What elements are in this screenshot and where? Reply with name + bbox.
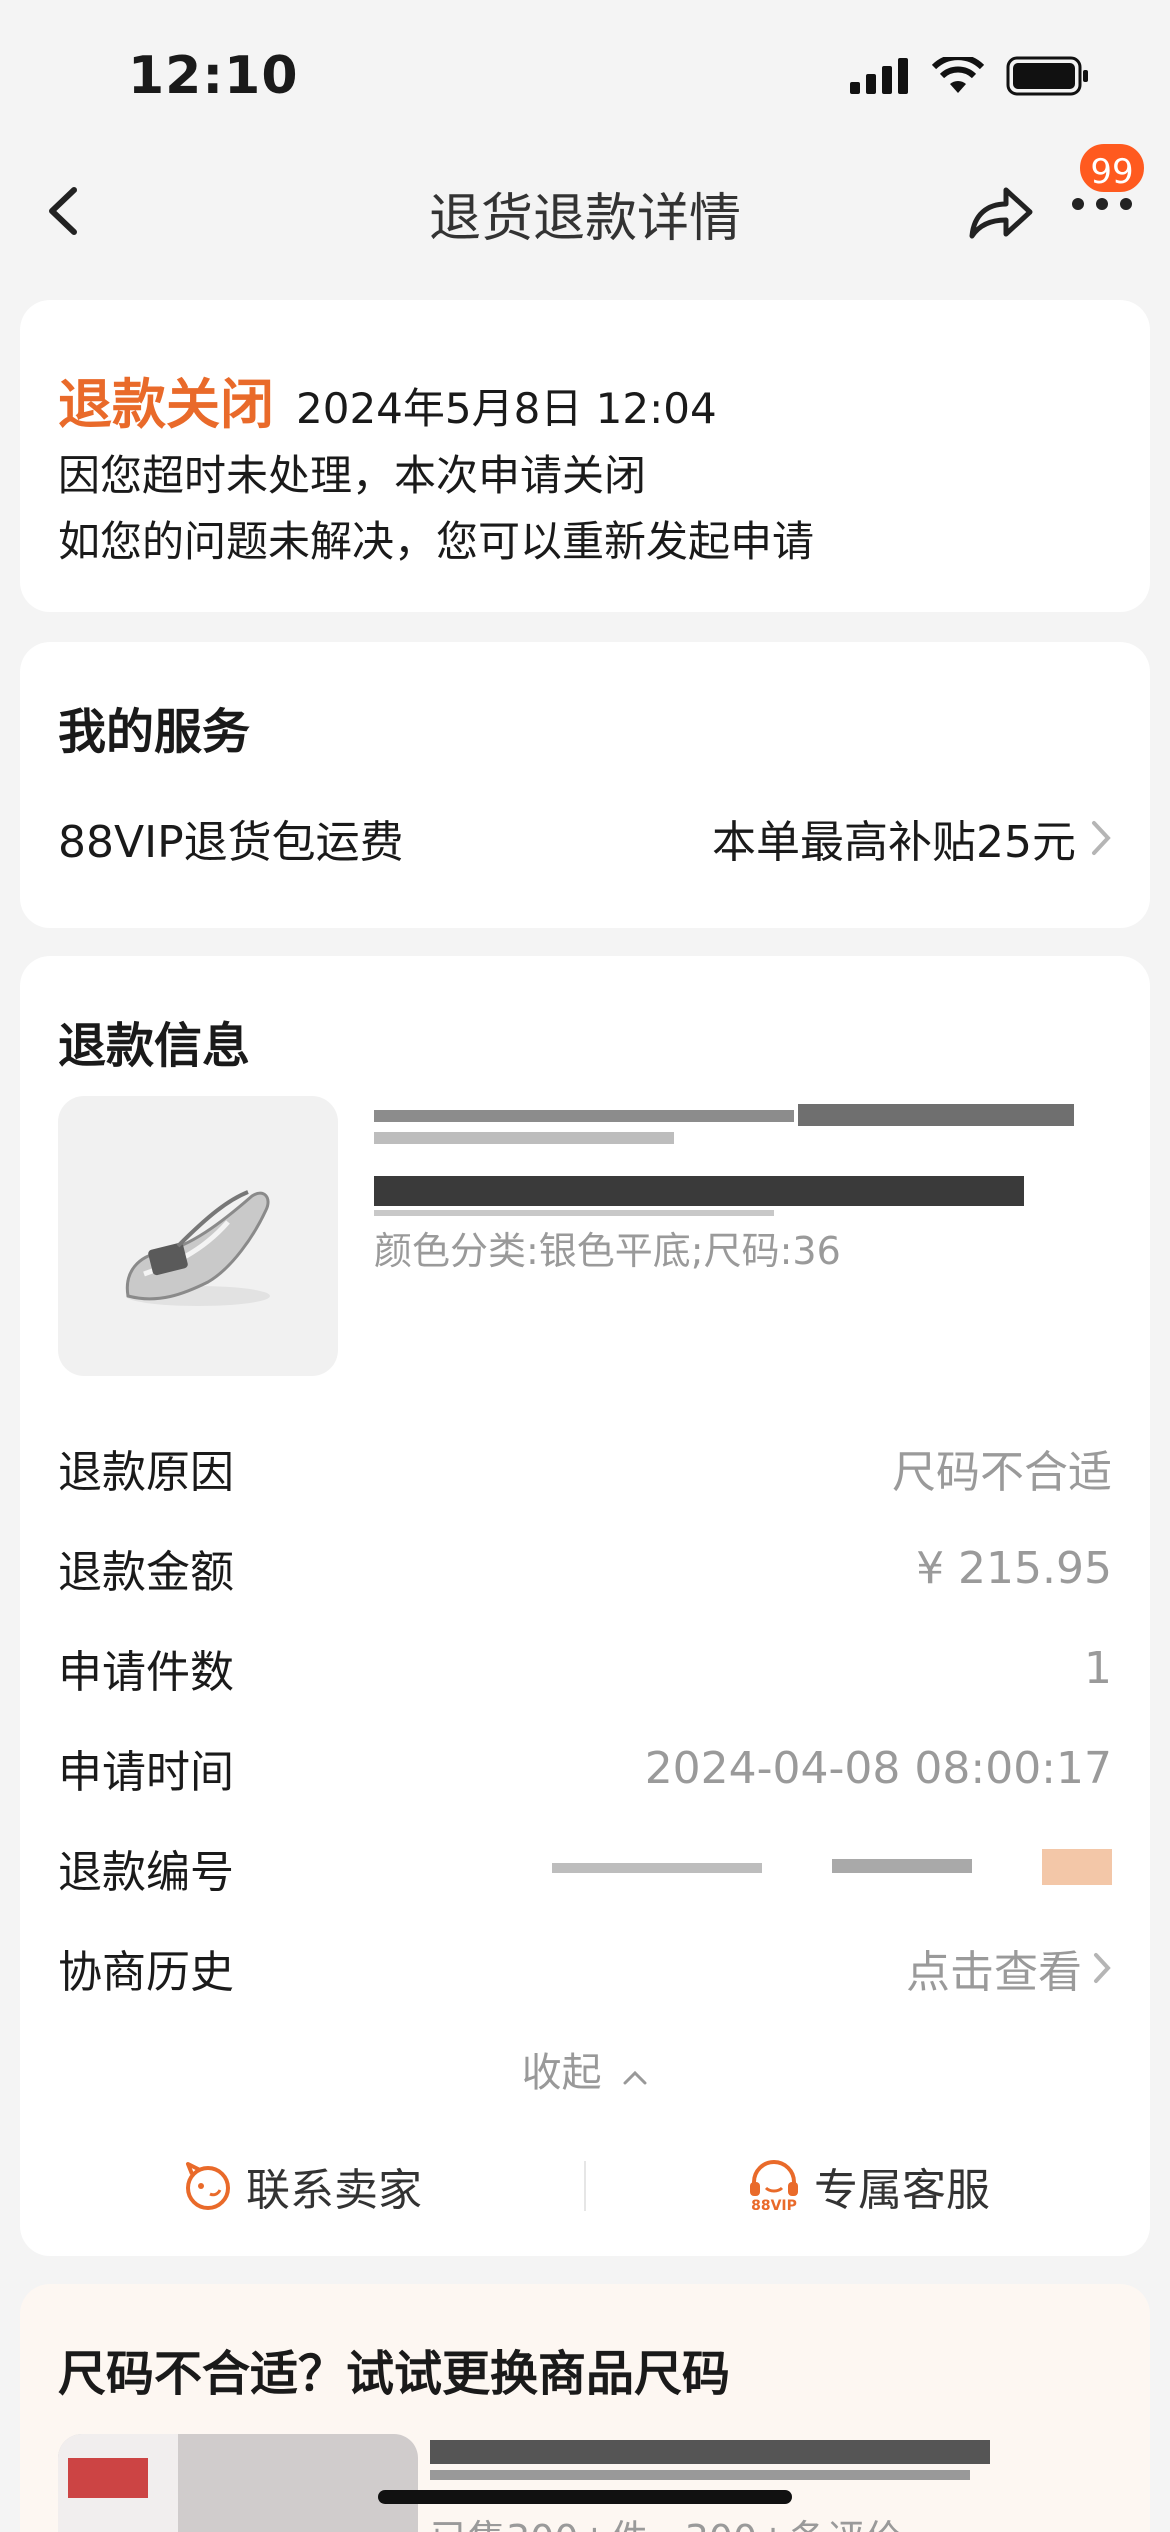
- info-value: 尺码不合适: [892, 1447, 1112, 1498]
- info-value: 2024-04-08 08:00:17: [644, 1742, 1112, 1794]
- chevron-right-icon: [1092, 821, 1111, 855]
- refund-id-redacted[interactable]: [552, 1843, 1112, 1893]
- chevron-right-icon: [1094, 1953, 1111, 1983]
- vip-tag: 88VIP: [751, 2198, 797, 2214]
- refund-heading: 退款信息: [58, 1018, 251, 1074]
- shoe-image: [125, 1190, 270, 1306]
- seller-chat-icon: [186, 2162, 230, 2210]
- info-row-amount: 退款金额 ¥ 215.95: [58, 1536, 1112, 1600]
- status-title: 退款关闭: [58, 373, 274, 436]
- signal-icon: [850, 58, 908, 94]
- collapse-toggle[interactable]: 收起: [20, 2040, 1150, 2098]
- info-label: 申请时间: [58, 1747, 234, 1798]
- status-bar: 12:10: [0, 0, 1170, 150]
- info-row-refund-id: 退款编号: [58, 1836, 1112, 1900]
- exclusive-service-button[interactable]: 88VIP 专属客服: [586, 2146, 1150, 2226]
- view-history-link[interactable]: 点击查看: [906, 1936, 1082, 2000]
- nav-bar: 退货退款详情: [0, 150, 1170, 272]
- battery-icon: [1006, 56, 1088, 96]
- contact-seller-label: 联系卖家: [246, 2165, 422, 2216]
- info-label: 申请件数: [58, 1647, 234, 1698]
- info-label: 退款原因: [58, 1447, 234, 1498]
- exclusive-service-label: 专属客服: [814, 2165, 990, 2216]
- contact-actions: 联系卖家 88VIP 专属客服: [20, 2146, 1150, 2226]
- status-message-2: 如您的问题未解决，您可以重新发起申请: [58, 517, 815, 566]
- status-icons: [850, 56, 1090, 96]
- info-value: ¥ 215.95: [916, 1542, 1112, 1594]
- status-message-1: 因您超时未处理，本次申请关闭: [58, 451, 647, 500]
- product-image[interactable]: [58, 1096, 338, 1376]
- suggested-product-image[interactable]: [58, 2434, 418, 2532]
- headset-icon: 88VIP: [746, 2158, 802, 2214]
- info-label: 协商历史: [58, 1947, 234, 1998]
- home-indicator: [378, 2490, 792, 2504]
- vip-shipping-row[interactable]: 88VIP退货包运费 本单最高补贴25元: [58, 806, 1112, 870]
- refund-status-card: 退款关闭 2024年5月8日 12:04 因您超时未处理，本次申请关闭 如您的问…: [20, 300, 1150, 612]
- chevron-up-icon: [623, 2070, 647, 2085]
- suggested-product-sales: 已售300+件 · 300+条评价: [430, 2508, 903, 2532]
- vip-shipping-label: 88VIP退货包运费: [58, 817, 404, 868]
- info-label: 退款金额: [58, 1547, 234, 1598]
- my-service-card: 我的服务 88VIP退货包运费 本单最高补贴25元: [20, 642, 1150, 928]
- collapse-label: 收起: [521, 2050, 602, 2096]
- service-heading: 我的服务: [58, 704, 251, 760]
- info-row-apply-time: 申请时间 2024-04-08 08:00:17: [58, 1736, 1112, 1800]
- vip-shipping-value: 本单最高补贴25元: [712, 817, 1076, 868]
- share-icon[interactable]: [966, 180, 1036, 242]
- contact-seller-button[interactable]: 联系卖家: [20, 2146, 584, 2226]
- status-time-text: 2024年5月8日 12:04: [296, 384, 717, 433]
- status-time: 12:10: [128, 46, 299, 106]
- product-sku: 颜色分类:银色平底;尺码:36: [374, 1229, 841, 1273]
- info-row-history[interactable]: 协商历史 点击查看: [58, 1936, 1112, 2000]
- refund-info-card: 退款信息 颜色分类:银色平底;尺码:36 退款原因 尺码不合适 退款金额 ¥ 2…: [20, 956, 1150, 2256]
- suggestion-title: 尺码不合适？试试更换商品尺码: [58, 2346, 731, 2402]
- message-badge[interactable]: 99: [1076, 140, 1148, 196]
- info-row-reason: 退款原因 尺码不合适: [58, 1436, 1112, 1500]
- info-label: 退款编号: [58, 1847, 234, 1898]
- info-row-quantity: 申请件数 1: [58, 1636, 1112, 1700]
- wifi-icon: [932, 57, 984, 93]
- info-value: 1: [1084, 1642, 1112, 1694]
